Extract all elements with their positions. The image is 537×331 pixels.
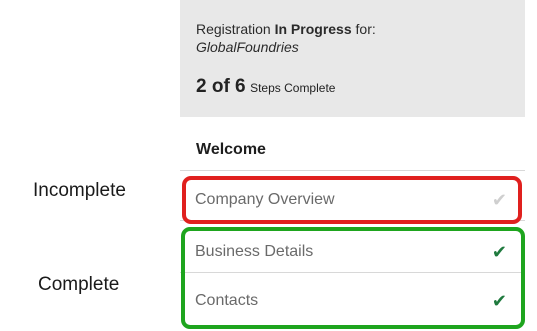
nav-item-label: Business Details [195, 243, 314, 260]
check-icon: ✔ [491, 291, 507, 311]
incomplete-annotation: Incomplete [33, 180, 126, 201]
nav-item-label: Company Overview [195, 191, 335, 208]
nav-item-welcome[interactable]: Welcome [180, 130, 525, 171]
registration-status-line: Registration In Progress for: [196, 21, 376, 37]
nav-item-contacts[interactable]: Contacts ✔ [180, 281, 525, 321]
registration-prefix: Registration [196, 21, 271, 37]
check-icon: ✔ [491, 242, 507, 262]
registration-status-header: Registration In Progress for: GlobalFoun… [180, 0, 525, 117]
company-name: GlobalFoundries [196, 39, 299, 55]
complete-annotation: Complete [38, 274, 120, 295]
steps-count: 2 of 6 [196, 76, 246, 97]
steps-label: Steps Complete [250, 81, 336, 95]
nav-item-label: Contacts [195, 292, 259, 309]
registration-suffix: for: [355, 21, 376, 37]
nav-item-welcome-label: Welcome [196, 141, 266, 158]
registration-status: In Progress [274, 21, 352, 37]
registration-progress-panel: Registration In Progress for: GlobalFoun… [180, 0, 525, 331]
nav-item-business-details[interactable]: Business Details ✔ [180, 232, 525, 273]
steps-progress: 2 of 6 Steps Complete [196, 76, 335, 98]
nav-item-company-overview[interactable]: Company Overview ✔ [180, 180, 525, 221]
check-icon: ✔ [491, 190, 507, 210]
